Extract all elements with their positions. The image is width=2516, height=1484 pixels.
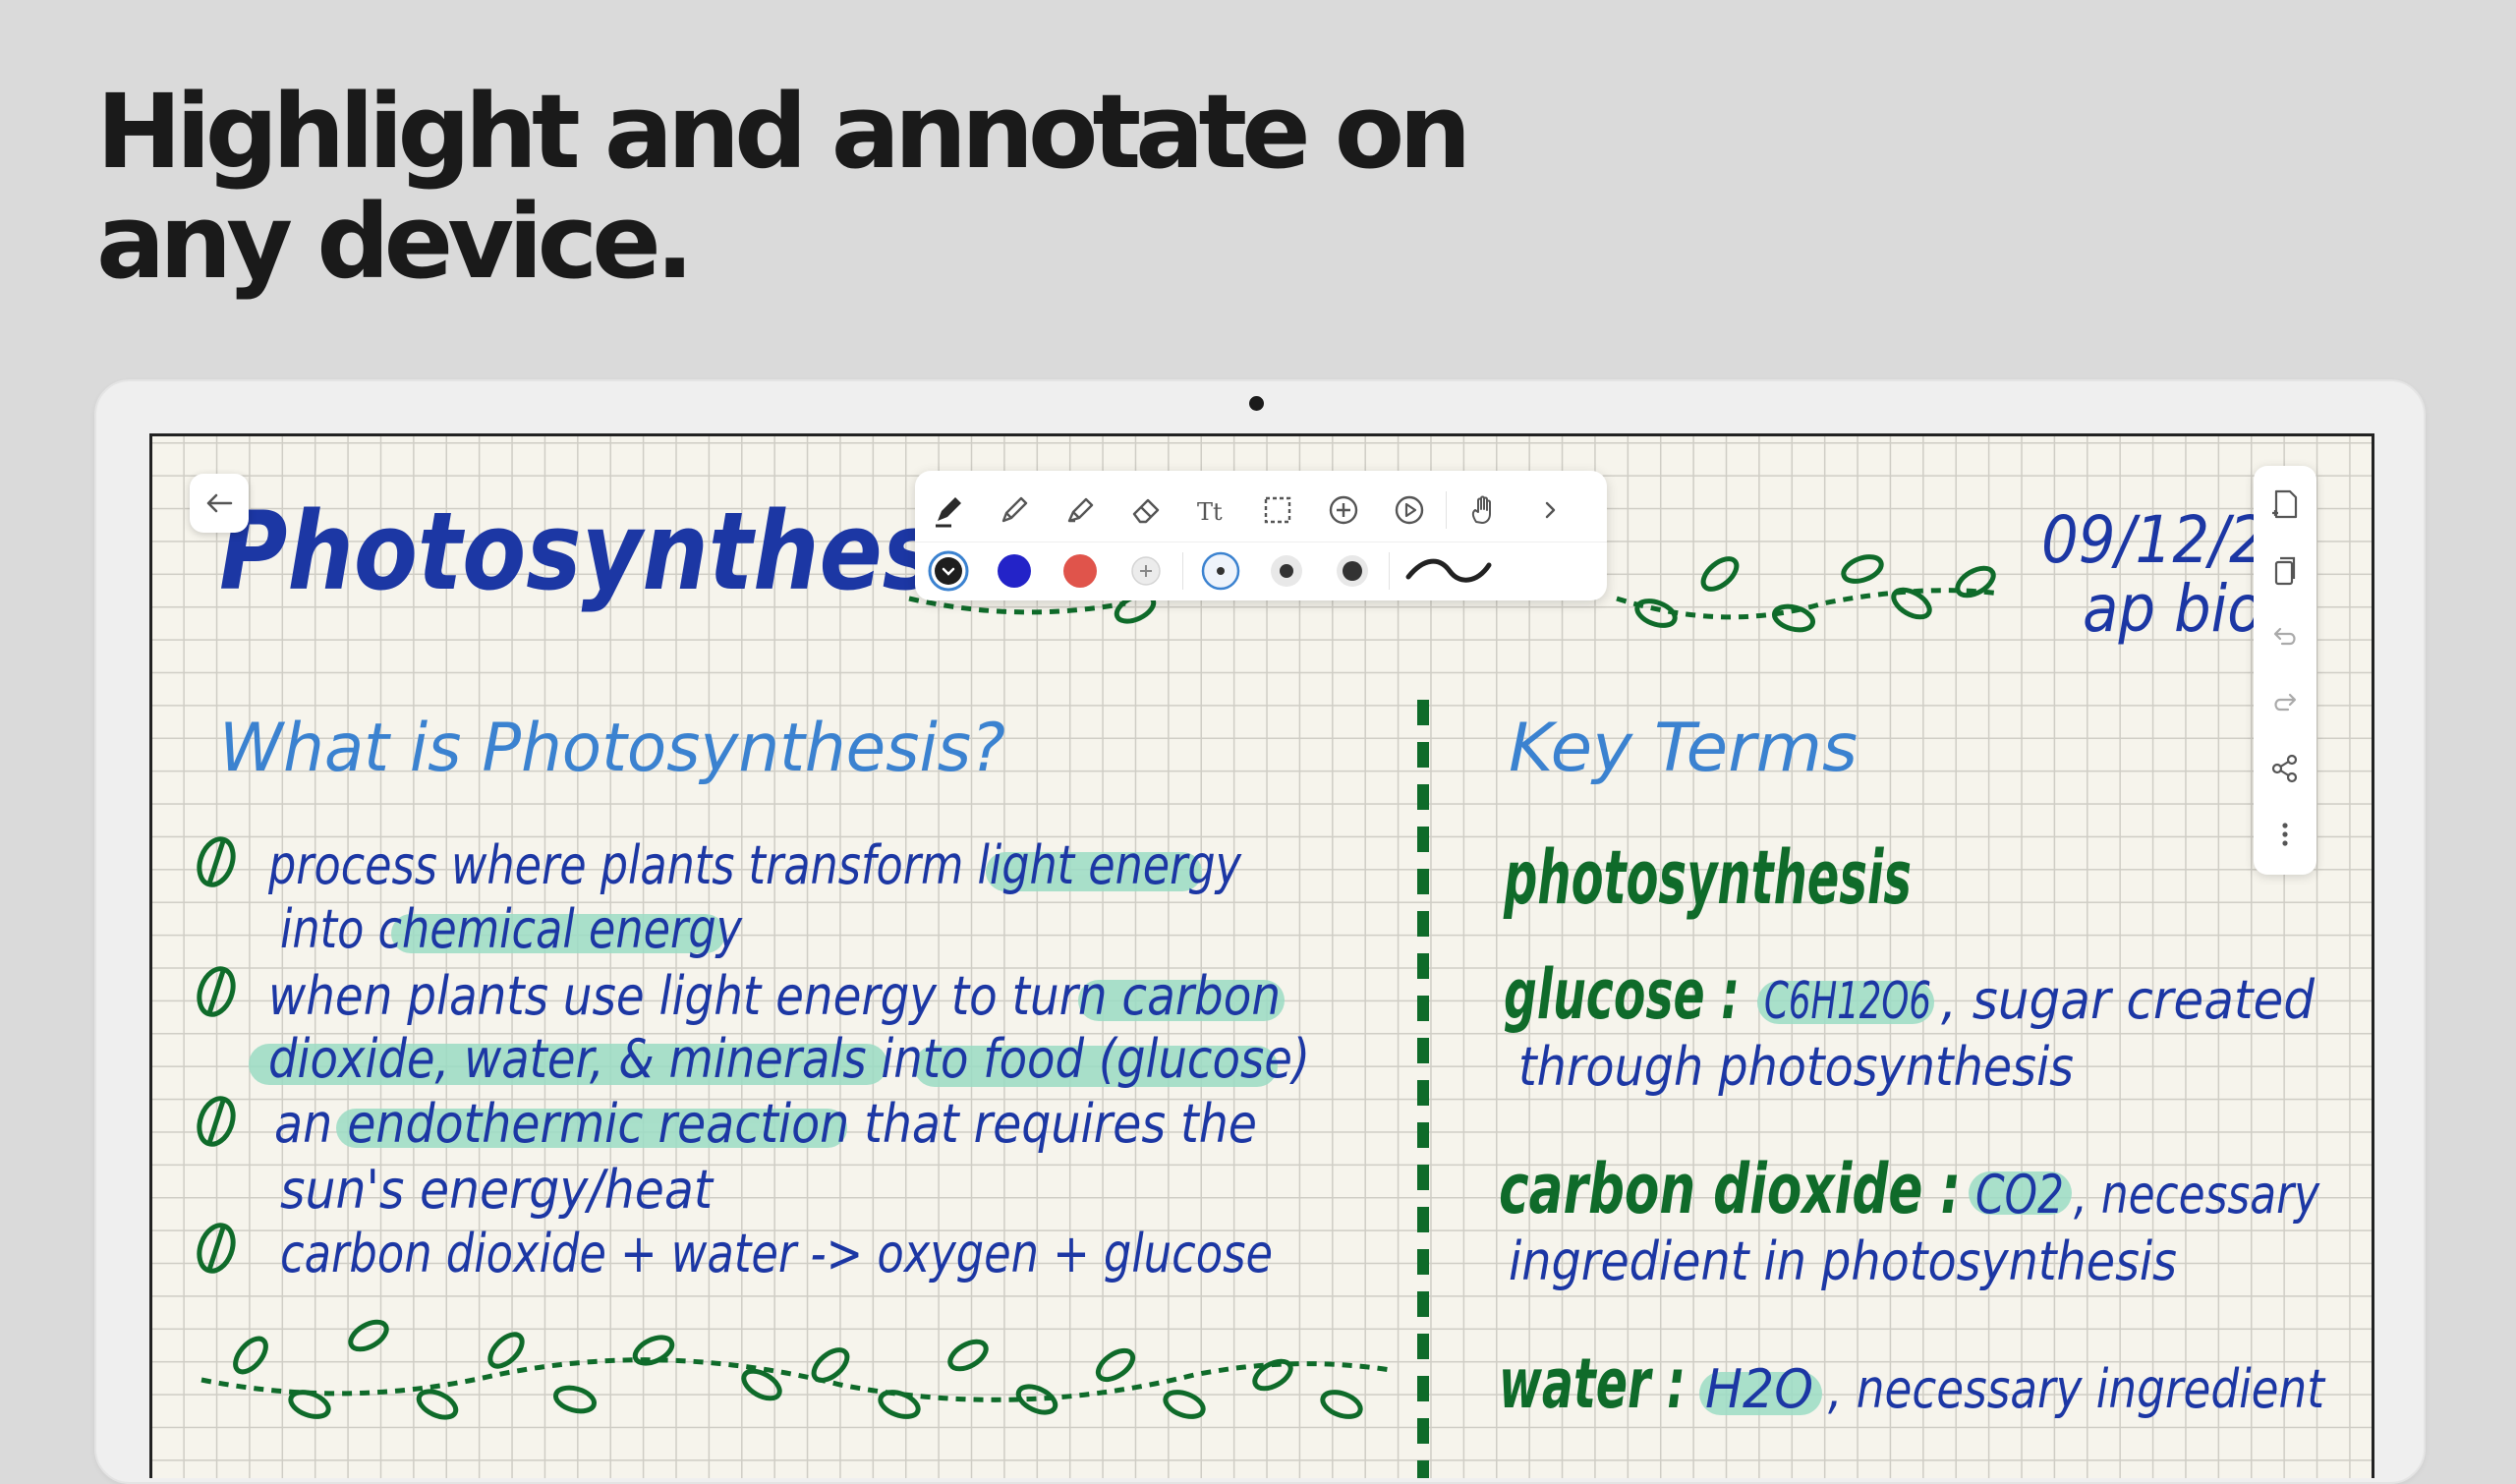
stroke-style-icon <box>1405 558 1492 583</box>
bullet-4-line-1: carbon dioxide + water -> oxygen + gluco… <box>280 1223 1273 1284</box>
chevron-right-icon <box>1545 501 1555 519</box>
toolbar-separator <box>1182 552 1183 590</box>
stroke-large-icon <box>1336 555 1368 587</box>
plus-circle-icon <box>1130 556 1161 586</box>
bullet-1-line-2: into chemical energy <box>280 898 743 960</box>
pen-tool-button[interactable] <box>915 483 981 538</box>
note-title: Photosynthesis <box>219 488 1025 614</box>
side-action-panel <box>2254 466 2316 875</box>
more-icon <box>2282 822 2288 846</box>
selected-color-swatch <box>928 550 968 592</box>
pages-icon <box>2274 556 2296 585</box>
pages-button[interactable] <box>2254 538 2316 603</box>
leaf-icon <box>197 966 236 1017</box>
highlighter-icon <box>1067 497 1093 523</box>
redo-button[interactable] <box>2254 669 2316 735</box>
add-page-button[interactable] <box>2254 472 2316 538</box>
add-page-icon <box>2272 489 2298 518</box>
stroke-size-small[interactable] <box>1187 543 1253 599</box>
share-icon <box>2271 754 2298 782</box>
term-co2-definition: , necessary <box>2074 1164 2320 1226</box>
arrow-left-icon <box>206 493 233 513</box>
bullet-3-line-1: an endothermic reaction that requires th… <box>274 1093 1257 1155</box>
bullet-leaf-icons <box>197 836 236 1274</box>
redo-icon <box>2274 693 2297 711</box>
bullet-3-line-2: sun's energy/heat <box>280 1159 715 1221</box>
term-glucose: glucose : <box>1504 954 1740 1035</box>
stroke-style-button[interactable] <box>1394 543 1502 599</box>
add-color-button[interactable] <box>1113 543 1178 599</box>
headline-line-1: Highlight and annotate on <box>96 72 1471 192</box>
term-photosynthesis: photosynthesis <box>1503 833 1912 921</box>
note-canvas[interactable]: Photosynthesis 09/12/20 ap biol What is … <box>149 433 2374 1478</box>
color-swatch-red[interactable] <box>1047 543 1113 599</box>
drawing-toolbar: Tt <box>915 471 1607 600</box>
stroke-small-icon <box>1201 551 1239 591</box>
left-heading: What is Photosynthesis? <box>219 710 1005 787</box>
bullet-1-line-1: process where plants transform light ene… <box>267 834 1242 896</box>
play-icon <box>1395 495 1423 525</box>
more-options-button[interactable] <box>2254 801 2316 867</box>
pencil-tool-button[interactable] <box>981 483 1047 538</box>
term-water-definition: , necessary ingredient <box>1828 1358 2326 1420</box>
page-headline: Highlight and annotate on any device. <box>96 72 1471 302</box>
eraser-icon <box>1132 498 1159 524</box>
term-co2-formula: CO2 <box>1975 1164 2064 1226</box>
term-co2-definition-2: ingredient in photosynthesis <box>1509 1230 2177 1292</box>
hand-tool-button[interactable] <box>1451 483 1516 538</box>
note-subject: ap biol <box>2083 571 2279 647</box>
tool-row: Tt <box>915 481 1607 540</box>
camera-dot <box>1249 396 1264 411</box>
text-icon: Tt <box>1197 498 1223 526</box>
hand-icon <box>1471 495 1491 524</box>
pen-icon <box>935 497 961 528</box>
toolbar-separator <box>1446 491 1447 529</box>
text-tool-button[interactable]: Tt <box>1178 483 1244 538</box>
right-heading: Key Terms <box>1509 710 1858 787</box>
add-icon <box>1329 495 1357 525</box>
leaf-icon <box>197 1096 236 1147</box>
back-button[interactable] <box>190 474 249 533</box>
play-button[interactable] <box>1376 483 1442 538</box>
pencil-icon <box>1001 496 1027 523</box>
tool-options-row <box>915 542 1607 599</box>
term-glucose-formula: C6H12O6 <box>1764 972 1931 1031</box>
toolbar-more-button[interactable] <box>1516 483 1582 538</box>
add-element-button[interactable] <box>1310 483 1376 538</box>
stroke-size-medium[interactable] <box>1253 543 1319 599</box>
bullet-2-line-2: dioxide, water, & minerals into food (gl… <box>268 1028 1310 1090</box>
term-h2o-formula: H2O <box>1705 1358 1813 1420</box>
lasso-icon <box>1264 496 1290 524</box>
undo-button[interactable] <box>2254 603 2316 669</box>
undo-icon <box>2273 627 2296 645</box>
color-swatch-blue[interactable] <box>981 543 1047 599</box>
vine-decoration-bottom <box>200 1319 1392 1420</box>
lasso-tool-button[interactable] <box>1244 483 1310 538</box>
term-carbon-dioxide: carbon dioxide : <box>1499 1149 1961 1229</box>
stroke-medium-icon <box>1270 555 1302 587</box>
red-swatch <box>1062 554 1097 588</box>
term-glucose-definition: , sugar created <box>1941 969 2316 1031</box>
blue-swatch <box>997 554 1031 588</box>
color-swatch-black[interactable] <box>915 543 981 599</box>
svg-text:Tt: Tt <box>1197 498 1223 526</box>
toolbar-separator <box>1389 552 1390 590</box>
leaf-icon <box>197 836 236 887</box>
bullet-2-line-1: when plants use light energy to turn car… <box>268 965 1281 1027</box>
highlighter-tool-button[interactable] <box>1047 483 1113 538</box>
term-glucose-definition-2: through photosynthesis <box>1518 1036 2074 1098</box>
leaf-icon <box>197 1223 236 1274</box>
headline-line-2: any device. <box>96 182 694 302</box>
stroke-size-large[interactable] <box>1319 543 1385 599</box>
share-button[interactable] <box>2254 735 2316 801</box>
eraser-tool-button[interactable] <box>1113 483 1178 538</box>
term-water: water : <box>1499 1343 1686 1424</box>
